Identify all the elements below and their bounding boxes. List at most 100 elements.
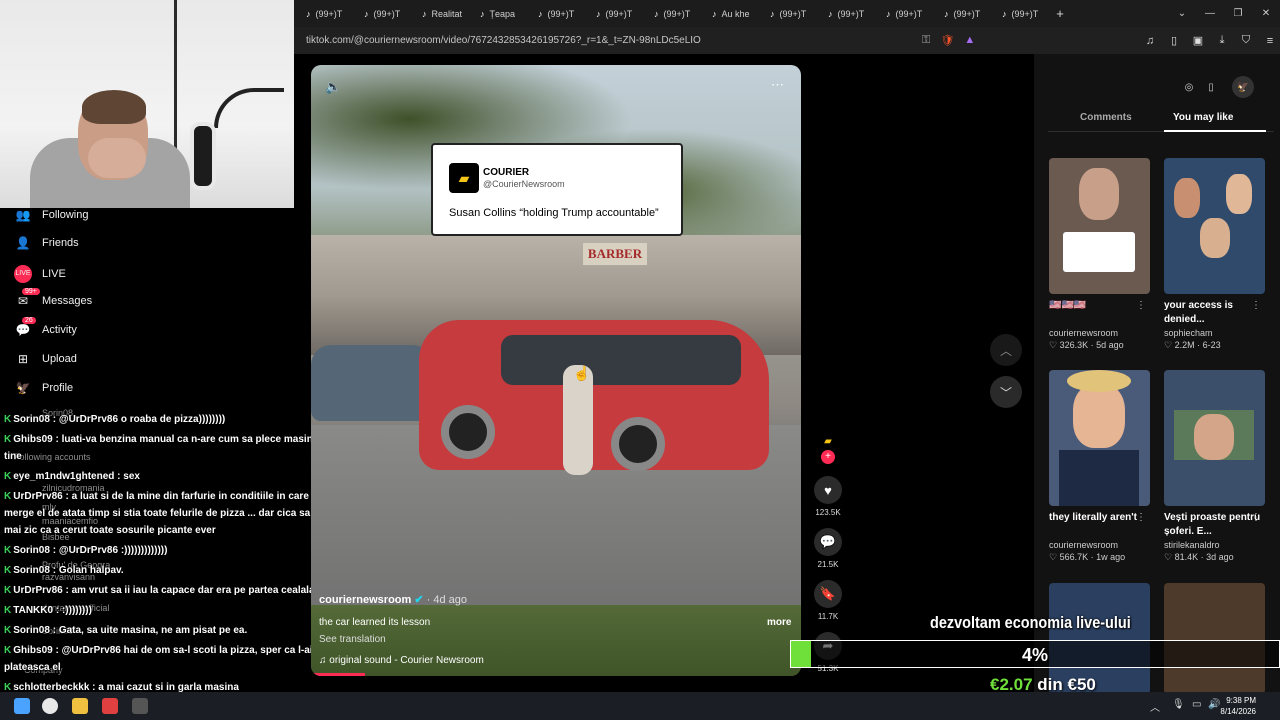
card-more-icon[interactable]: ⋮	[1136, 512, 1146, 523]
courier-logo-icon: ▰	[449, 163, 479, 193]
volume-icon[interactable]: 🔈	[325, 79, 341, 95]
card-more-icon[interactable]: ⋮	[1251, 512, 1261, 523]
browser-tab-bar: ♪ (99+)T ♪ (99+)T ♪ Realitat ♪ Țeapa ♪ (99+)T ♪ (99…	[294, 0, 1280, 27]
tab-you-may-like[interactable]: You may like	[1173, 112, 1233, 123]
chat-username: Sorin08	[13, 414, 50, 425]
card-more-icon[interactable]: ⋮	[1136, 300, 1146, 311]
video-thumbnail[interactable]	[1164, 370, 1265, 506]
browser-tab[interactable]: ♪ (99+)T	[874, 0, 932, 27]
recommended-video-card[interactable]	[1164, 583, 1265, 694]
sidebar-toggle-icon[interactable]: ▯	[1164, 34, 1184, 47]
chat-username: Sorin08	[13, 565, 50, 576]
streamer-hair	[82, 90, 146, 124]
video-thumbnail[interactable]	[1164, 583, 1265, 694]
previous-video-button[interactable]: ︿	[990, 334, 1022, 366]
browser-tab[interactable]: ♪ Realitat	[410, 0, 468, 27]
url-field[interactable]: tiktok.com/@couriernewsroom/video/767243…	[306, 35, 701, 46]
more-options-icon[interactable]: ⋯	[771, 77, 784, 93]
sidebar-item-friends[interactable]: 👤 Friends	[14, 236, 79, 250]
vpn-icon[interactable]: ⛉	[1236, 34, 1256, 47]
card-author[interactable]: sophiecham	[1164, 328, 1265, 338]
app-icon[interactable]	[132, 698, 148, 714]
browser-tab[interactable]: ♪ (99+)T	[642, 0, 700, 27]
download-icon[interactable]: ⤓	[1212, 34, 1232, 47]
follow-button[interactable]: +	[821, 450, 835, 464]
caption-more-button[interactable]: more	[767, 617, 791, 628]
media-icon[interactable]: ♫	[1140, 35, 1160, 47]
video-car-wheel	[611, 417, 665, 471]
video-thumbnail[interactable]	[1164, 158, 1265, 294]
sidebar-item-upload[interactable]: ⊞ Upload	[14, 352, 77, 366]
barber-sign: BARBER	[583, 243, 647, 265]
video-player[interactable]: BARBER ▰ COURIER @CourierNewsroom Susan …	[311, 65, 801, 676]
phone-icon[interactable]: ▯	[1200, 76, 1222, 98]
bookmark-icon[interactable]: 🔖	[814, 580, 842, 608]
card-more-icon[interactable]: ⋮	[1251, 300, 1261, 311]
user-avatar[interactable]: 🦅	[1232, 76, 1254, 98]
video-author[interactable]: couriernewsroom ✔ · 4d ago	[319, 593, 467, 606]
tab-comments[interactable]: Comments	[1080, 112, 1132, 123]
minimize-button[interactable]: —	[1196, 8, 1224, 19]
sidebar-item-label: Messages	[42, 295, 93, 307]
browser-tab[interactable]: ♪ (99+)T	[584, 0, 642, 27]
heart-icon[interactable]: ♥	[814, 476, 842, 504]
microphone-icon[interactable]: 🎙	[1172, 699, 1185, 710]
close-window-button[interactable]: ✕	[1252, 8, 1280, 19]
sidebar-item-live[interactable]: LIVE LIVE	[14, 265, 66, 283]
comment-icon[interactable]: 💬	[814, 528, 842, 556]
save-action[interactable]: 🔖 11.7K	[812, 580, 844, 621]
browser-tab[interactable]: ♪ Țeapa	[468, 0, 526, 27]
goal-title: dezvoltam economia live-ului	[930, 613, 1131, 632]
system-clock[interactable]: 9:38 PM 8/14/2026	[1220, 695, 1256, 717]
tray-chevron-icon[interactable]: ︿	[1150, 699, 1160, 714]
browser-tab[interactable]: ♪ (99+)T	[352, 0, 410, 27]
brave-shield-icon[interactable]: 🛡	[940, 34, 954, 47]
video-thumbnail[interactable]	[1049, 370, 1150, 506]
microphone	[190, 122, 216, 190]
recommended-video-card[interactable]: they literally aren't couriernewsroom ♡ …	[1049, 370, 1150, 563]
key-icon[interactable]: ⚿	[922, 34, 930, 47]
browser-tab[interactable]: ♪ (99+)T	[990, 0, 1048, 27]
app-icon[interactable]	[102, 698, 118, 714]
recommended-video-card[interactable]: 🇺🇸🇺🇸🇺🇸 couriernewsroom ♡ 326.3K · 5d ago…	[1049, 158, 1150, 351]
rewards-icon[interactable]: ▲	[964, 34, 975, 47]
browser-tab[interactable]: ♪ (99+)T	[932, 0, 990, 27]
sidebar-item-following[interactable]: 👥 Following	[14, 208, 89, 222]
volume-tray-icon[interactable]: 🔊	[1208, 699, 1220, 710]
sidebar-item-activity[interactable]: 💬 26 Activity	[14, 317, 77, 337]
recommended-video-card[interactable]: your access is denied... sophiecham ♡ 2.…	[1164, 158, 1265, 351]
next-video-button[interactable]: ﹀	[990, 376, 1022, 408]
browser-tab[interactable]: ♪ Au khe	[700, 0, 758, 27]
recommended-video-card[interactable]: Vești proaste pentru șoferi. E... stiril…	[1164, 370, 1265, 563]
browser-tab[interactable]: ♪ (99+)T	[758, 0, 816, 27]
like-action[interactable]: ♥ 123.5K	[812, 476, 844, 517]
video-author-name[interactable]: couriernewsroom	[319, 594, 411, 606]
browser-tab[interactable]: ♪ (99+)T	[526, 0, 584, 27]
video-sound[interactable]: ♫ original sound - Courier Newsroom	[319, 655, 484, 666]
comment-action[interactable]: 💬 21.5K	[812, 528, 844, 569]
compass-icon[interactable]: ◎	[1178, 76, 1200, 98]
card-author[interactable]: couriernewsroom	[1049, 328, 1150, 338]
chrome-icon[interactable]	[42, 698, 58, 714]
file-explorer-icon[interactable]	[72, 698, 88, 714]
sidebar-item-messages[interactable]: ✉ 99+ Messages	[14, 288, 93, 308]
sidebar-item-profile[interactable]: 🦅 Profile	[14, 381, 74, 395]
browser-tab[interactable]: ♪ (99+)T	[294, 0, 352, 27]
card-author[interactable]: stirilekanaldro	[1164, 540, 1265, 550]
new-tab-button[interactable]: +	[1048, 6, 1072, 21]
tab-search-icon[interactable]: ⌄	[1168, 8, 1196, 19]
see-translation-link[interactable]: See translation	[319, 634, 386, 645]
card-author[interactable]: couriernewsroom	[1049, 540, 1150, 550]
video-progress-bar[interactable]	[311, 673, 365, 676]
restore-button[interactable]: ❐	[1224, 8, 1252, 19]
network-icon[interactable]: ▭	[1192, 699, 1201, 710]
start-icon[interactable]	[14, 698, 30, 714]
browser-tab[interactable]: ♪ (99+)T	[816, 0, 874, 27]
menu-icon[interactable]: ≡	[1260, 35, 1280, 47]
tiktok-favicon-icon: ♪	[654, 8, 659, 19]
video-thumbnail[interactable]	[1049, 158, 1150, 294]
chat-message: K Sorin08 : Gata, sa uite masina, ne am p…	[4, 625, 248, 636]
like-count: 123.5K	[815, 508, 841, 517]
wallet-icon[interactable]: ▣	[1188, 34, 1208, 47]
sidebar-item-label: Upload	[42, 353, 77, 365]
